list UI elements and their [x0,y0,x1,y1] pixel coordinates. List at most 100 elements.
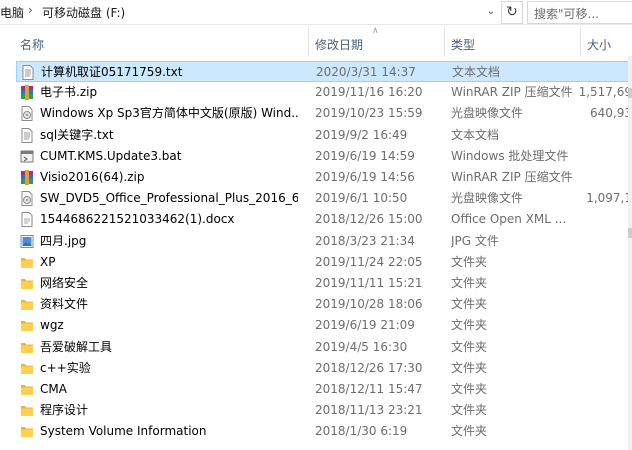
column-date[interactable]: 修改日期 [315,36,363,53]
file-date: 2019/6/1 10:50 [315,191,408,206]
winrar-zip-icon [20,85,34,101]
folder-icon [20,318,34,333]
folder-icon [20,255,34,270]
file-type: WinRAR ZIP 压缩文件 [451,85,573,100]
file-row[interactable]: Windows Xp Sp3官方简体中文版(原版) Wind... 2019/10… [16,103,632,124]
file-row[interactable]: Visio2016(64).zip 2019/6/19 14:56 WinRAR Z… [16,167,632,188]
breadcrumb-computer[interactable]: 电脑 [0,4,24,21]
search-input[interactable]: 搜索"可移... [527,1,632,24]
file-type: 文件夹 [451,339,488,354]
file-date: 2018/12/26 17:30 [315,360,423,375]
folder-row[interactable]: 网络安全 2019/11/11 15:21 文件夹 [16,273,632,294]
file-row[interactable]: 四月.jpg 2018/3/23 21:34 JPG 文件 [16,231,632,252]
file-date: 2019/6/19 14:59 [315,148,415,163]
file-type: Windows 批处理文件 [451,148,569,163]
folder-row[interactable]: c++实验 2018/12/26 17:30 文件夹 [16,358,632,379]
column-divider[interactable] [444,26,445,56]
file-size: 640,93 [590,106,632,121]
file-row[interactable]: 计算机取证05171759.txt 2020/3/31 14:37 文本文档 [16,61,632,82]
file-date: 2019/6/19 21:09 [315,318,415,333]
file-row[interactable]: 1544686221521033462(1).docx 2018/12/26 15… [16,209,632,230]
file-date: 2018/1/30 6:19 [315,424,408,439]
file-name: CUMT.KMS.Update3.bat [40,148,182,163]
docx-file-icon [20,212,34,228]
file-type: 文本文档 [452,65,501,79]
file-name: wgz [40,318,64,333]
folder-row[interactable]: 资料文件 2019/10/28 18:06 文件夹 [16,294,632,315]
file-name: 计算机取证05171759.txt [41,65,183,79]
file-type: 光盘映像文件 [451,106,524,121]
file-date: 2018/12/26 15:00 [315,212,423,227]
disc-image-icon [20,191,34,207]
file-type: 文件夹 [451,318,488,333]
file-type: 文本文档 [451,127,500,142]
folder-icon [20,276,34,291]
file-name: 电子书.zip [40,85,98,100]
column-name[interactable]: 名称 [20,36,44,53]
folder-icon [20,424,34,439]
file-type: 文件夹 [451,276,488,290]
file-row[interactable]: CUMT.KMS.Update3.bat 2019/6/19 14:59 Windo… [16,146,632,167]
file-date: 2019/10/28 18:06 [315,297,423,312]
folder-row[interactable]: CMA 2018/12/11 15:47 文件夹 [16,379,632,400]
file-row[interactable]: sql关键字.txt 2019/9/2 16:49 文本文档 [16,125,632,146]
folder-row[interactable]: System Volume Information 2018/1/30 6:19 文… [16,421,632,442]
text-file-icon [21,65,35,80]
file-date: 2018/11/13 23:21 [315,403,423,418]
file-type: 文件夹 [451,360,488,375]
file-name: 资料文件 [40,297,89,312]
file-type: Office Open XML ... [451,212,567,227]
file-size: 1,517,69 [578,85,632,100]
file-date: 2019/11/24 22:05 [315,254,423,269]
folder-row[interactable]: wgz 2019/6/19 21:09 文件夹 [16,315,632,336]
vertical-scrollbar[interactable] [628,56,632,450]
file-type: 文件夹 [451,297,488,312]
file-type: 文件夹 [451,403,488,418]
file-type: WinRAR ZIP 压缩文件 [451,170,573,184]
column-type[interactable]: 类型 [451,36,475,53]
folder-icon [20,361,34,376]
scrollbar-thumb[interactable] [628,88,632,98]
sort-descending-icon: ∧ [372,26,379,36]
refresh-button[interactable]: ↻ [501,1,523,24]
file-name: 网络安全 [40,276,89,290]
file-date: 2018/12/11 15:47 [315,382,423,396]
file-date: 2019/10/23 15:59 [315,106,423,121]
file-name: System Volume Information [40,424,207,439]
folder-row[interactable]: XP 2019/11/24 22:05 文件夹 [16,252,632,273]
file-name: 1544686221521033462(1).docx [40,212,235,227]
file-date: 2019/4/5 16:30 [315,339,408,354]
folder-row[interactable]: 程序设计 2018/11/13 23:21 文件夹 [16,400,632,421]
disc-image-icon [20,106,34,122]
file-row[interactable]: 电子书.zip 2019/11/16 16:20 WinRAR ZIP 压缩文件 1,… [16,82,632,103]
batch-file-icon [20,149,34,164]
address-bar[interactable]: 电脑 › 可移动磁盘 (F:) ⌄ ↻ 搜索"可移... [0,0,632,25]
file-date: 2019/6/19 14:56 [315,170,415,184]
file-type: 文件夹 [451,382,488,396]
file-date: 2019/11/11 15:21 [315,276,423,290]
column-divider[interactable] [308,26,309,56]
file-name: 吾爱破解工具 [40,339,113,354]
image-file-icon [20,234,34,249]
scrollbar-thumb[interactable] [628,228,632,238]
address-dropdown-button[interactable]: ⌄ [482,2,500,22]
file-name: XP [40,254,56,269]
file-type: 文件夹 [451,424,488,439]
breadcrumb-drive[interactable]: 可移动磁盘 (F:) [42,4,125,21]
column-divider[interactable] [580,26,581,56]
column-header: 名称 修改日期 类型 大小 [0,30,632,56]
file-name: Windows Xp Sp3官方简体中文版(原版) Wind... [40,106,298,121]
folder-icon [20,382,34,397]
winrar-zip-icon [20,170,34,185]
column-size[interactable]: 大小 [587,36,611,53]
file-date: 2018/3/23 21:34 [315,233,415,248]
folder-icon [20,403,34,418]
breadcrumb-separator[interactable]: › [28,3,33,17]
file-row[interactable]: SW_DVD5_Office_Professional_Plus_2016_6.… [16,188,632,209]
file-name: sql关键字.txt [40,127,114,142]
folder-row[interactable]: 吾爱破解工具 2019/4/5 16:30 文件夹 [16,337,632,358]
file-type: JPG 文件 [451,233,499,248]
file-date: 2020/3/31 14:37 [316,65,416,79]
file-name: CMA [40,382,67,396]
file-name: SW_DVD5_Office_Professional_Plus_2016_6.… [40,191,298,206]
